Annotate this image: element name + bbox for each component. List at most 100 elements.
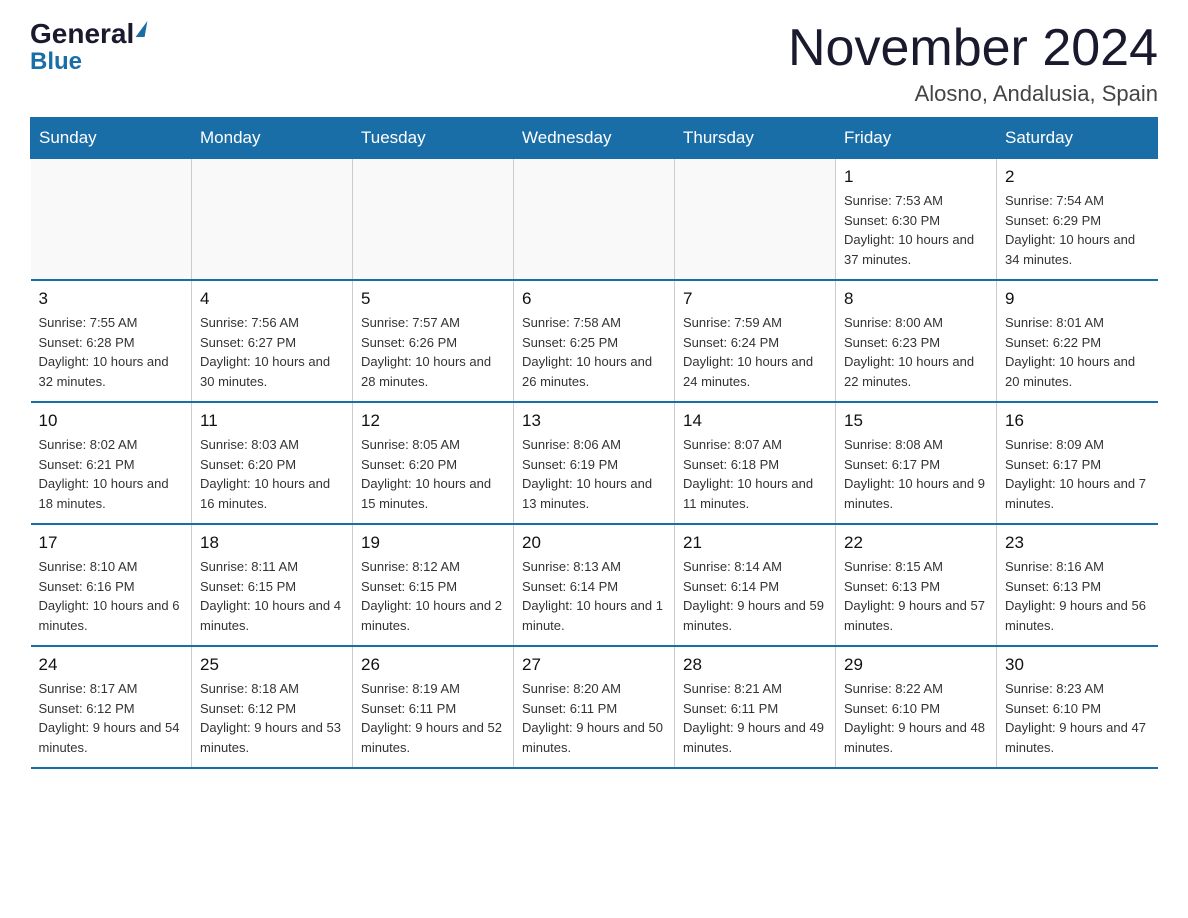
day-cell: 14 Sunrise: 8:07 AM Sunset: 6:18 PM Dayli…: [675, 402, 836, 524]
calendar-table: SundayMondayTuesdayWednesdayThursdayFrid…: [30, 117, 1158, 769]
day-info: Sunrise: 8:14 AM Sunset: 6:14 PM Dayligh…: [683, 557, 827, 635]
day-info: Sunrise: 8:05 AM Sunset: 6:20 PM Dayligh…: [361, 435, 505, 513]
week-row-2: 3 Sunrise: 7:55 AM Sunset: 6:28 PM Daylig…: [31, 280, 1158, 402]
day-number: 7: [683, 289, 827, 309]
week-row-5: 24 Sunrise: 8:17 AM Sunset: 6:12 PM Dayli…: [31, 646, 1158, 768]
day-info: Sunrise: 8:07 AM Sunset: 6:18 PM Dayligh…: [683, 435, 827, 513]
logo-blue-text: Blue: [30, 48, 82, 76]
page-header: General Blue November 2024 Alosno, Andal…: [30, 20, 1158, 107]
day-info: Sunrise: 8:15 AM Sunset: 6:13 PM Dayligh…: [844, 557, 988, 635]
day-info: Sunrise: 8:16 AM Sunset: 6:13 PM Dayligh…: [1005, 557, 1150, 635]
day-cell: [192, 159, 353, 281]
day-number: 24: [39, 655, 184, 675]
day-number: 25: [200, 655, 344, 675]
day-number: 21: [683, 533, 827, 553]
day-cell: 6 Sunrise: 7:58 AM Sunset: 6:25 PM Daylig…: [514, 280, 675, 402]
day-number: 13: [522, 411, 666, 431]
day-cell: 13 Sunrise: 8:06 AM Sunset: 6:19 PM Dayli…: [514, 402, 675, 524]
day-cell: [514, 159, 675, 281]
day-cell: 19 Sunrise: 8:12 AM Sunset: 6:15 PM Dayli…: [353, 524, 514, 646]
day-number: 14: [683, 411, 827, 431]
day-info: Sunrise: 8:03 AM Sunset: 6:20 PM Dayligh…: [200, 435, 344, 513]
day-cell: 15 Sunrise: 8:08 AM Sunset: 6:17 PM Dayli…: [836, 402, 997, 524]
day-info: Sunrise: 8:08 AM Sunset: 6:17 PM Dayligh…: [844, 435, 988, 513]
calendar-body: 1Sunrise: 7:53 AM Sunset: 6:30 PM Daylig…: [31, 159, 1158, 769]
day-number: 28: [683, 655, 827, 675]
day-cell: 29 Sunrise: 8:22 AM Sunset: 6:10 PM Dayli…: [836, 646, 997, 768]
day-info: Sunrise: 8:22 AM Sunset: 6:10 PM Dayligh…: [844, 679, 988, 757]
day-cell: 16Sunrise: 8:09 AM Sunset: 6:17 PM Dayli…: [997, 402, 1158, 524]
weekday-header-sunday: Sunday: [31, 118, 192, 159]
day-number: 18: [200, 533, 344, 553]
week-row-1: 1Sunrise: 7:53 AM Sunset: 6:30 PM Daylig…: [31, 159, 1158, 281]
location-text: Alosno, Andalusia, Spain: [788, 81, 1158, 107]
title-area: November 2024 Alosno, Andalusia, Spain: [788, 20, 1158, 107]
day-info: Sunrise: 8:19 AM Sunset: 6:11 PM Dayligh…: [361, 679, 505, 757]
day-number: 26: [361, 655, 505, 675]
month-title: November 2024: [788, 20, 1158, 77]
day-cell: 9Sunrise: 8:01 AM Sunset: 6:22 PM Daylig…: [997, 280, 1158, 402]
day-cell: 28 Sunrise: 8:21 AM Sunset: 6:11 PM Dayli…: [675, 646, 836, 768]
day-info: Sunrise: 7:55 AM Sunset: 6:28 PM Dayligh…: [39, 313, 184, 391]
day-cell: 24 Sunrise: 8:17 AM Sunset: 6:12 PM Dayli…: [31, 646, 192, 768]
day-cell: 7 Sunrise: 7:59 AM Sunset: 6:24 PM Daylig…: [675, 280, 836, 402]
day-number: 27: [522, 655, 666, 675]
day-number: 3: [39, 289, 184, 309]
day-number: 2: [1005, 167, 1150, 187]
day-info: Sunrise: 8:17 AM Sunset: 6:12 PM Dayligh…: [39, 679, 184, 757]
day-number: 19: [361, 533, 505, 553]
day-cell: [353, 159, 514, 281]
day-number: 11: [200, 411, 344, 431]
day-info: Sunrise: 8:20 AM Sunset: 6:11 PM Dayligh…: [522, 679, 666, 757]
weekday-header-wednesday: Wednesday: [514, 118, 675, 159]
day-cell: 21 Sunrise: 8:14 AM Sunset: 6:14 PM Dayli…: [675, 524, 836, 646]
weekday-header-tuesday: Tuesday: [353, 118, 514, 159]
day-info: Sunrise: 8:06 AM Sunset: 6:19 PM Dayligh…: [522, 435, 666, 513]
day-cell: 20 Sunrise: 8:13 AM Sunset: 6:14 PM Dayli…: [514, 524, 675, 646]
day-number: 5: [361, 289, 505, 309]
day-cell: 3 Sunrise: 7:55 AM Sunset: 6:28 PM Daylig…: [31, 280, 192, 402]
day-cell: 26 Sunrise: 8:19 AM Sunset: 6:11 PM Dayli…: [353, 646, 514, 768]
day-number: 8: [844, 289, 988, 309]
day-info: Sunrise: 8:09 AM Sunset: 6:17 PM Dayligh…: [1005, 435, 1150, 513]
logo-general-text: General: [30, 20, 134, 48]
day-number: 20: [522, 533, 666, 553]
day-cell: [675, 159, 836, 281]
weekday-header-thursday: Thursday: [675, 118, 836, 159]
week-row-4: 17Sunrise: 8:10 AM Sunset: 6:16 PM Dayli…: [31, 524, 1158, 646]
day-number: 29: [844, 655, 988, 675]
day-number: 30: [1005, 655, 1150, 675]
day-cell: 17Sunrise: 8:10 AM Sunset: 6:16 PM Dayli…: [31, 524, 192, 646]
day-number: 23: [1005, 533, 1150, 553]
day-cell: 27 Sunrise: 8:20 AM Sunset: 6:11 PM Dayli…: [514, 646, 675, 768]
weekday-header-saturday: Saturday: [997, 118, 1158, 159]
day-info: Sunrise: 8:13 AM Sunset: 6:14 PM Dayligh…: [522, 557, 666, 635]
day-info: Sunrise: 7:58 AM Sunset: 6:25 PM Dayligh…: [522, 313, 666, 391]
weekday-header-monday: Monday: [192, 118, 353, 159]
day-info: Sunrise: 8:00 AM Sunset: 6:23 PM Dayligh…: [844, 313, 988, 391]
day-info: Sunrise: 7:59 AM Sunset: 6:24 PM Dayligh…: [683, 313, 827, 391]
day-number: 15: [844, 411, 988, 431]
calendar-header: SundayMondayTuesdayWednesdayThursdayFrid…: [31, 118, 1158, 159]
day-info: Sunrise: 8:18 AM Sunset: 6:12 PM Dayligh…: [200, 679, 344, 757]
day-number: 22: [844, 533, 988, 553]
week-row-3: 10Sunrise: 8:02 AM Sunset: 6:21 PM Dayli…: [31, 402, 1158, 524]
day-info: Sunrise: 8:21 AM Sunset: 6:11 PM Dayligh…: [683, 679, 827, 757]
day-cell: [31, 159, 192, 281]
day-cell: 30 Sunrise: 8:23 AM Sunset: 6:10 PM Dayli…: [997, 646, 1158, 768]
day-cell: 1Sunrise: 7:53 AM Sunset: 6:30 PM Daylig…: [836, 159, 997, 281]
day-info: Sunrise: 8:01 AM Sunset: 6:22 PM Dayligh…: [1005, 313, 1150, 391]
day-cell: 5 Sunrise: 7:57 AM Sunset: 6:26 PM Daylig…: [353, 280, 514, 402]
day-info: Sunrise: 8:23 AM Sunset: 6:10 PM Dayligh…: [1005, 679, 1150, 757]
day-cell: 23 Sunrise: 8:16 AM Sunset: 6:13 PM Dayli…: [997, 524, 1158, 646]
days-of-week-row: SundayMondayTuesdayWednesdayThursdayFrid…: [31, 118, 1158, 159]
day-info: Sunrise: 8:02 AM Sunset: 6:21 PM Dayligh…: [39, 435, 184, 513]
day-info: Sunrise: 7:57 AM Sunset: 6:26 PM Dayligh…: [361, 313, 505, 391]
day-info: Sunrise: 8:12 AM Sunset: 6:15 PM Dayligh…: [361, 557, 505, 635]
day-number: 12: [361, 411, 505, 431]
day-number: 6: [522, 289, 666, 309]
day-info: Sunrise: 7:53 AM Sunset: 6:30 PM Dayligh…: [844, 191, 988, 269]
day-cell: 18Sunrise: 8:11 AM Sunset: 6:15 PM Dayli…: [192, 524, 353, 646]
day-cell: 22 Sunrise: 8:15 AM Sunset: 6:13 PM Dayli…: [836, 524, 997, 646]
day-cell: 25 Sunrise: 8:18 AM Sunset: 6:12 PM Dayli…: [192, 646, 353, 768]
